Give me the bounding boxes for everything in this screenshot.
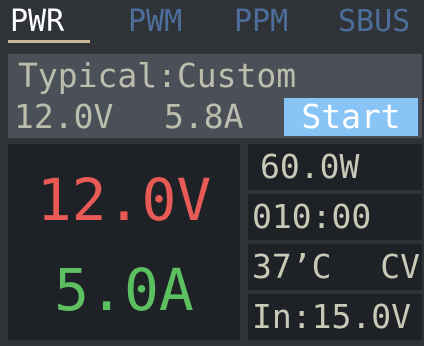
power-supply-screen: PWR PWM PPM SBUS Typical:Custom 12.0V 5.… [0,0,424,346]
input-voltage-box: In:15.0V [248,294,422,340]
set-current-value[interactable]: 5.8A [164,98,243,136]
temperature-box: 37’C CV [248,244,422,290]
output-readout: 12.0V 5.0A [8,144,240,340]
settings-panel: Typical:Custom 12.0V 5.8A Start [8,54,422,138]
tab-pwm[interactable]: PWM [128,2,182,42]
active-tab-underline [8,40,90,43]
temperature-value: 37’C [252,247,332,286]
output-power: 60.0W [260,147,360,186]
start-button[interactable]: Start [284,98,418,136]
tab-ppm[interactable]: PPM [234,2,288,42]
timer-box: 010:00 [248,194,422,240]
set-voltage-value[interactable]: 12.0V [14,98,113,136]
input-voltage: In:15.0V [252,297,411,336]
timer-value: 010:00 [252,197,372,236]
output-voltage: 12.0V [36,166,212,234]
regulation-mode: CV [380,247,420,286]
power-box: 60.0W [248,144,422,190]
preset-selector[interactable]: Typical:Custom [18,56,296,96]
tab-sbus[interactable]: SBUS [338,2,410,42]
output-current: 5.0A [54,256,194,324]
mode-tabs: PWR PWM PPM SBUS [0,0,424,46]
tab-pwr[interactable]: PWR [10,2,64,42]
